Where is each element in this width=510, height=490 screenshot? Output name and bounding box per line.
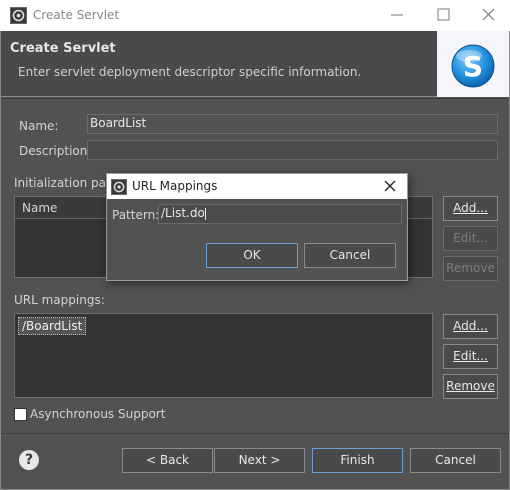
init-params-label: Initialization para bbox=[14, 176, 119, 190]
back-label: < Back bbox=[145, 453, 189, 467]
init-edit-button[interactable]: Edit... bbox=[443, 226, 498, 251]
servlet-logo: S bbox=[437, 31, 509, 97]
modal-title: URL Mappings bbox=[132, 179, 218, 193]
pattern-value: /List.do bbox=[161, 206, 205, 220]
cancel-button[interactable]: Cancel bbox=[410, 448, 501, 473]
servlet-s-icon: S bbox=[451, 44, 495, 88]
column-name-header[interactable]: Name bbox=[22, 201, 57, 215]
init-remove-label: Remove bbox=[446, 261, 495, 275]
url-add-button[interactable]: Add... bbox=[443, 314, 498, 339]
url-edit-button[interactable]: Edit... bbox=[443, 344, 498, 369]
list-item[interactable]: /BoardList bbox=[18, 317, 87, 335]
name-label: Name: bbox=[19, 119, 59, 133]
description-label: Description: bbox=[19, 144, 92, 158]
maximize-button[interactable] bbox=[423, 3, 463, 27]
url-mappings-modal: URL Mappings Pattern: /List.do OK Cancel bbox=[106, 173, 408, 281]
async-support-checkbox[interactable] bbox=[14, 408, 27, 421]
separator bbox=[1, 98, 509, 99]
name-field[interactable]: BoardList bbox=[87, 114, 498, 134]
init-edit-label: Edit... bbox=[453, 231, 488, 245]
modal-cancel-button[interactable]: Cancel bbox=[304, 243, 396, 268]
window-titlebar: Create Servlet bbox=[0, 0, 510, 31]
wizard-banner: Create Servlet Enter servlet deployment … bbox=[1, 31, 509, 97]
modal-ok-button[interactable]: OK bbox=[206, 243, 298, 268]
modal-cancel-label: Cancel bbox=[329, 248, 371, 262]
url-remove-button[interactable]: Remove bbox=[443, 374, 498, 399]
modal-close-icon[interactable] bbox=[383, 179, 397, 193]
url-edit-label: Edit... bbox=[453, 349, 488, 363]
back-button[interactable]: < Back bbox=[122, 448, 213, 473]
cancel-label: Cancel bbox=[435, 453, 476, 467]
init-add-button[interactable]: Add... bbox=[443, 196, 498, 221]
banner-description: Enter servlet deployment descriptor spec… bbox=[18, 65, 362, 79]
eclipse-app-icon bbox=[10, 7, 27, 24]
url-mappings-label: URL mappings: bbox=[14, 293, 105, 307]
url-remove-label: Remove bbox=[446, 379, 495, 393]
svg-text:S: S bbox=[463, 50, 483, 83]
finish-label: Finish bbox=[340, 453, 375, 467]
url-mappings-list[interactable]: /BoardList bbox=[14, 313, 433, 398]
window-title: Create Servlet bbox=[33, 8, 120, 22]
init-remove-button[interactable]: Remove bbox=[443, 256, 498, 281]
close-button[interactable] bbox=[468, 3, 508, 27]
text-cursor bbox=[204, 207, 206, 220]
minimize-button[interactable] bbox=[377, 3, 417, 27]
modal-ok-label: OK bbox=[243, 248, 261, 262]
pattern-label: Pattern: bbox=[112, 208, 160, 222]
async-support-label[interactable]: Asynchronous Support bbox=[30, 407, 165, 421]
banner-heading: Create Servlet bbox=[10, 41, 116, 56]
next-label: Next > bbox=[238, 453, 281, 467]
eclipse-app-icon bbox=[111, 179, 127, 195]
init-add-label: Add... bbox=[453, 201, 488, 215]
description-field[interactable] bbox=[87, 140, 498, 160]
next-button[interactable]: Next > bbox=[214, 448, 305, 473]
modal-titlebar: URL Mappings bbox=[107, 174, 407, 199]
url-add-label: Add... bbox=[453, 319, 488, 333]
pattern-input[interactable]: /List.do bbox=[158, 204, 402, 224]
footer-separator bbox=[1, 433, 509, 434]
help-icon[interactable]: ? bbox=[19, 450, 39, 470]
finish-button[interactable]: Finish bbox=[312, 448, 403, 473]
name-value: BoardList bbox=[90, 116, 147, 130]
